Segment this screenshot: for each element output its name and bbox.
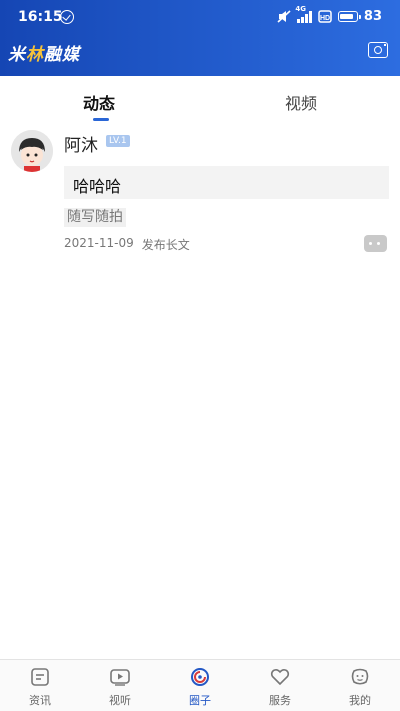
app-logo: 米林融媒 [8,40,80,65]
nav-label-news: 资讯 [29,694,51,707]
logo-text-lin: 林 [26,45,44,65]
profile-face-icon [351,668,369,685]
level-badge: LV.1 [106,135,130,147]
post-date: 2021-11-09 [64,236,134,250]
comment-icon[interactable] [364,235,387,252]
username[interactable]: 阿沐 [64,131,98,156]
hd-call-icon: HD [318,10,332,23]
avatar-cartoon-icon [11,130,53,172]
bottom-nav: 资讯 视听 圈子 服务 我的 [0,659,400,711]
svg-text:HD: HD [320,15,330,22]
check-circle-icon [60,10,74,24]
nav-item-news[interactable]: 资讯 [0,660,80,711]
network-type: 4G [295,4,307,13]
nav-label-service: 服务 [269,694,291,707]
nav-item-circle[interactable]: 圈子 [160,660,240,711]
nav-label-circle: 圈子 [189,694,211,707]
battery-icon [337,11,361,22]
post-content-box[interactable]: 哈哈哈 [64,166,389,199]
nav-item-video[interactable]: 视听 [80,660,160,711]
tab-video[interactable]: 视频 [285,90,317,114]
nav-label-video: 视听 [109,694,131,707]
nav-item-profile[interactable]: 我的 [320,660,400,711]
tab-dongtai[interactable]: 动态 [83,90,115,114]
nav-item-service[interactable]: 服务 [240,660,320,711]
circle-icon [191,668,209,686]
mute-icon [277,10,291,23]
status-bar: 16:15 4G HD 83 [0,0,400,34]
video-play-icon [110,669,130,686]
app-header: 16:15 4G HD 83 米林融媒 [0,0,400,76]
avatar[interactable] [11,130,53,172]
battery-level: 83 [363,9,382,24]
post-text: 哈哈哈 [73,177,122,196]
content-tabs: 动态 视频 [0,76,400,122]
nav-label-profile: 我的 [349,694,371,707]
post-type: 发布长文 [141,238,190,252]
signal-icon: 4G [295,5,312,23]
news-icon [31,668,49,686]
logo-text-mi: 米 [8,45,26,65]
status-indicators: 4G HD 83 [277,5,382,24]
camera-icon[interactable] [368,42,388,58]
heart-service-icon [270,668,290,686]
logo-text-rongmei: 融媒 [44,45,80,65]
active-tab-indicator [93,118,109,121]
post-meta: 2021-11-09 发布长文 [64,236,190,253]
status-time: 16:15 [18,9,63,25]
topic-tag[interactable]: 随写随拍 [64,208,126,227]
